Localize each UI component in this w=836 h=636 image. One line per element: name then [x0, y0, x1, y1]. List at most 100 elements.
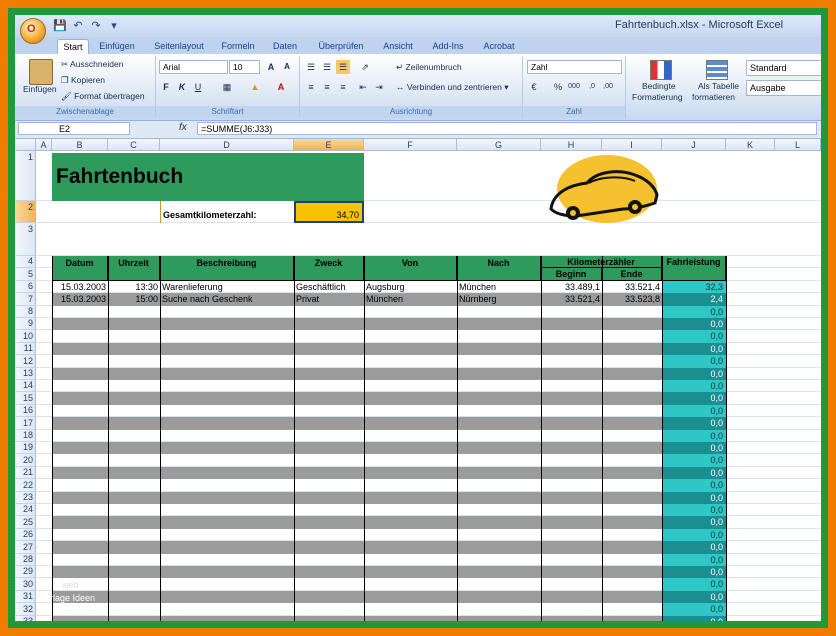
- table-cell-von[interactable]: [364, 330, 457, 342]
- table-cell-ende[interactable]: [602, 318, 662, 330]
- fx-icon[interactable]: fx: [179, 122, 187, 133]
- row-header-22[interactable]: 22: [15, 479, 36, 492]
- border-icon[interactable]: ▦: [220, 80, 234, 94]
- table-cell-beginn[interactable]: 33.489,1: [541, 281, 602, 293]
- row-header-13[interactable]: 13: [15, 367, 36, 380]
- table-cell-beschreibung[interactable]: [160, 380, 294, 392]
- table-cell-beschreibung[interactable]: [160, 355, 294, 367]
- row-header-21[interactable]: 21: [15, 466, 36, 480]
- header-uhrzeit[interactable]: Uhrzeit: [108, 256, 160, 281]
- table-cell-zweck[interactable]: [294, 392, 364, 404]
- row-header-29[interactable]: 29: [15, 566, 36, 579]
- column-header-c[interactable]: C: [108, 139, 160, 151]
- column-header-l[interactable]: L: [775, 139, 821, 151]
- table-cell-uhrzeit[interactable]: [108, 516, 160, 528]
- table-cell-beginn[interactable]: [541, 479, 602, 491]
- table-cell-beginn[interactable]: [541, 467, 602, 479]
- table-cell-nach[interactable]: [457, 541, 541, 553]
- column-header-b[interactable]: B: [52, 139, 108, 151]
- row-header-15[interactable]: 15: [15, 392, 36, 405]
- header-nach[interactable]: Nach: [457, 256, 541, 281]
- fahrleistung-cell[interactable]: 0,0: [662, 491, 726, 504]
- font-name-select[interactable]: Arial: [159, 60, 228, 74]
- table-cell-datum[interactable]: [52, 442, 108, 454]
- table-cell-nach[interactable]: [457, 591, 541, 603]
- table-cell-uhrzeit[interactable]: [108, 417, 160, 429]
- table-cell-beschreibung[interactable]: [160, 430, 294, 442]
- table-cell-nach[interactable]: [457, 554, 541, 566]
- header-von[interactable]: Von: [364, 256, 457, 281]
- table-cell-datum[interactable]: [52, 479, 108, 491]
- fahrleistung-cell[interactable]: 0,0: [662, 615, 726, 621]
- decrease-decimal-icon[interactable]: ,00: [601, 80, 615, 94]
- table-cell-nach[interactable]: [457, 355, 541, 367]
- table-cell-datum[interactable]: [52, 417, 108, 429]
- table-cell-zweck[interactable]: [294, 504, 364, 516]
- table-cell-nach[interactable]: [457, 343, 541, 355]
- table-cell-nach[interactable]: [457, 306, 541, 318]
- row-header-16[interactable]: 16: [15, 404, 36, 418]
- table-cell-uhrzeit[interactable]: [108, 529, 160, 541]
- table-cell-zweck[interactable]: [294, 454, 364, 466]
- fahrleistung-cell[interactable]: 0,0: [662, 528, 726, 542]
- tab-acrobat[interactable]: Acrobat: [477, 39, 521, 54]
- row-header-14[interactable]: 14: [15, 380, 36, 393]
- table-cell-ende[interactable]: [602, 405, 662, 417]
- table-cell-beginn[interactable]: [541, 454, 602, 466]
- table-cell-beginn[interactable]: [541, 504, 602, 516]
- fahrleistung-cell[interactable]: 32,3: [662, 280, 726, 294]
- table-cell-ende[interactable]: [602, 529, 662, 541]
- table-cell-beginn[interactable]: [541, 343, 602, 355]
- table-cell-uhrzeit[interactable]: [108, 603, 160, 615]
- table-cell-zweck[interactable]: [294, 541, 364, 553]
- table-cell-datum[interactable]: [52, 516, 108, 528]
- table-cell-uhrzeit[interactable]: [108, 380, 160, 392]
- row-header-33[interactable]: 33: [15, 615, 36, 621]
- fahrleistung-cell[interactable]: 0,0: [662, 404, 726, 418]
- table-cell-uhrzeit[interactable]: [108, 368, 160, 380]
- table-cell-beschreibung[interactable]: [160, 492, 294, 504]
- table-cell-beschreibung[interactable]: [160, 541, 294, 553]
- table-cell-uhrzeit[interactable]: [108, 566, 160, 578]
- table-cell-datum[interactable]: [52, 330, 108, 342]
- table-cell-uhrzeit[interactable]: [108, 616, 160, 621]
- fahrleistung-cell[interactable]: 0,0: [662, 392, 726, 405]
- table-cell-uhrzeit[interactable]: [108, 330, 160, 342]
- table-cell-zweck[interactable]: [294, 566, 364, 578]
- table-cell-ende[interactable]: [602, 504, 662, 516]
- table-cell-zweck[interactable]: [294, 318, 364, 330]
- table-cell-von[interactable]: [364, 529, 457, 541]
- format-as-table-label[interactable]: Als Tabelle: [698, 81, 739, 91]
- table-cell-beschreibung[interactable]: [160, 330, 294, 342]
- table-cell-uhrzeit[interactable]: [108, 306, 160, 318]
- fill-color-icon[interactable]: ▲: [248, 80, 262, 94]
- column-header-i[interactable]: I: [602, 139, 662, 151]
- table-cell-nach[interactable]: [457, 392, 541, 404]
- table-cell-nach[interactable]: [457, 529, 541, 541]
- name-box[interactable]: E2: [18, 122, 130, 135]
- table-cell-uhrzeit[interactable]: [108, 479, 160, 491]
- row-header-26[interactable]: 26: [15, 528, 36, 542]
- table-cell-zweck[interactable]: [294, 529, 364, 541]
- column-header-h[interactable]: H: [541, 139, 602, 151]
- table-cell-von[interactable]: [364, 318, 457, 330]
- conditional-format-label-2[interactable]: Formatierung: [632, 92, 683, 102]
- table-cell-von[interactable]: [364, 479, 457, 491]
- row-header-23[interactable]: 23: [15, 491, 36, 504]
- paste-icon[interactable]: [29, 59, 53, 85]
- table-cell-nach[interactable]: [457, 504, 541, 516]
- table-cell-datum[interactable]: [52, 343, 108, 355]
- table-cell-datum[interactable]: [52, 318, 108, 330]
- table-cell-beginn[interactable]: [541, 603, 602, 615]
- tab-ansicht[interactable]: Ansicht: [378, 39, 418, 54]
- conditional-format-icon[interactable]: [650, 60, 672, 80]
- fahrleistung-cell[interactable]: 0,0: [662, 367, 726, 380]
- align-center-icon[interactable]: ≡: [320, 80, 334, 94]
- table-cell-uhrzeit[interactable]: [108, 430, 160, 442]
- table-cell-datum[interactable]: [52, 529, 108, 541]
- table-cell-zweck[interactable]: [294, 417, 364, 429]
- table-cell-von[interactable]: [364, 467, 457, 479]
- table-cell-von[interactable]: [364, 603, 457, 615]
- qat-dropdown-icon[interactable]: ▾: [107, 19, 121, 33]
- table-cell-beschreibung[interactable]: Suche nach Geschenk: [160, 293, 294, 305]
